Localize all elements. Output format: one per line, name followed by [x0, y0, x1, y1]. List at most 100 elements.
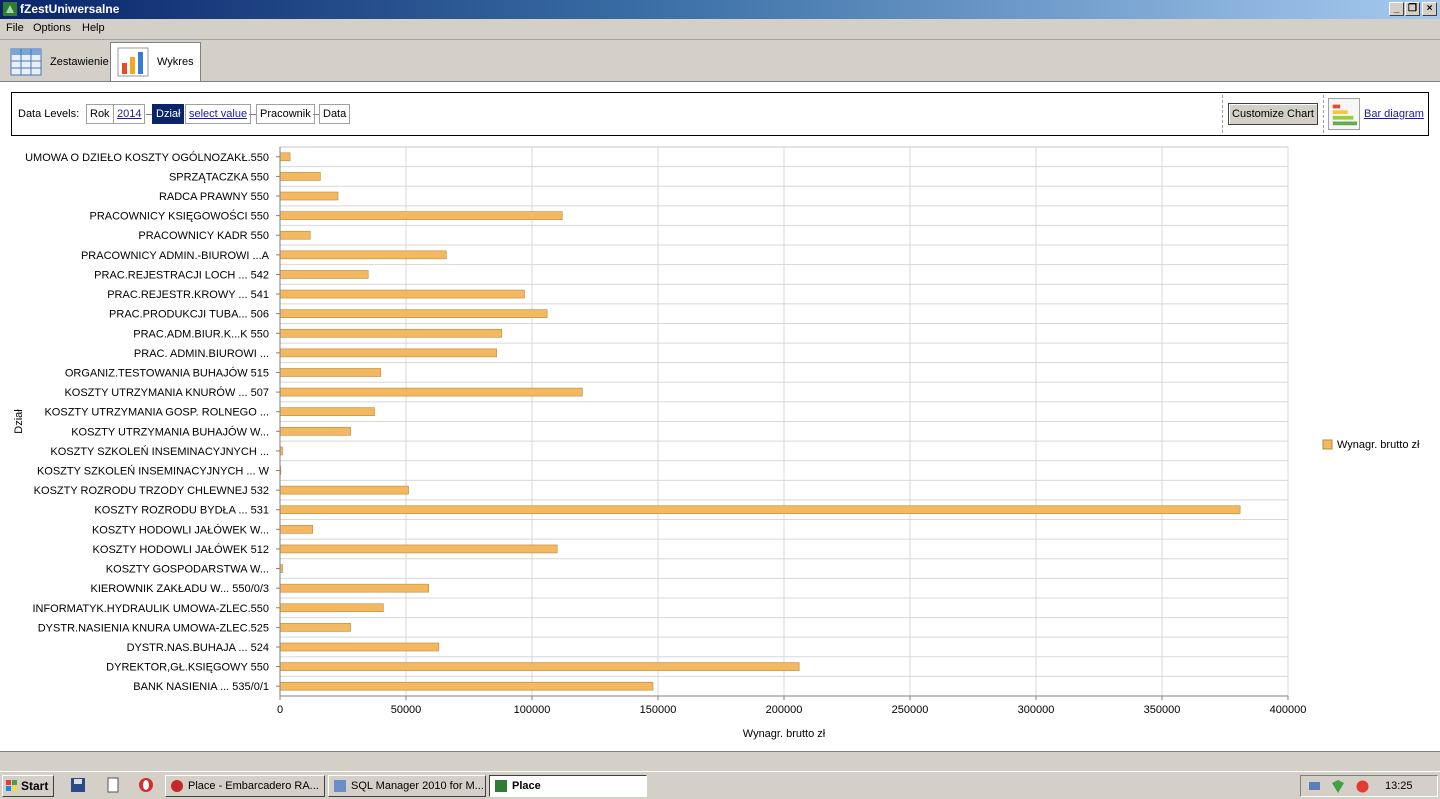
menu-file[interactable]: File	[6, 22, 24, 34]
bar	[279, 328, 503, 338]
chart-panel: Data Levels: Rok 2014 Dział select value…	[0, 81, 1440, 751]
tab-wykres[interactable]: Wykres	[110, 42, 201, 81]
level-dzial-value[interactable]: select value	[185, 104, 252, 124]
bar	[279, 387, 583, 397]
category-label: KOSZTY SZKOLEŃ INSEMINACYJNYCH ... W	[37, 465, 270, 478]
place-app-icon	[495, 780, 507, 792]
bar	[279, 642, 440, 652]
category-label: PRAC.REJESTRACJI LOCH ... 542	[94, 269, 269, 281]
bar	[279, 407, 375, 416]
x-tick-label: 100000	[514, 704, 551, 716]
bar	[279, 211, 563, 220]
level-rok-value[interactable]: 2014	[113, 104, 146, 124]
bar	[279, 681, 654, 691]
minimize-button[interactable]: _	[1389, 2, 1404, 16]
x-tick-label: 350000	[1144, 704, 1181, 716]
taskbar-item-place[interactable]: Place	[489, 775, 647, 797]
x-axis-title: Wynagr. brutto zł	[743, 728, 826, 740]
x-tick-label: 250000	[892, 704, 929, 716]
bar	[279, 427, 351, 436]
x-tick-label: 50000	[391, 704, 422, 716]
bar-chart-svg: 0 50000 100000 150000 200000 250000 300000 3500…	[13, 146, 1420, 740]
bar	[279, 191, 339, 201]
close-button[interactable]: ×	[1422, 2, 1437, 16]
bar	[279, 662, 800, 671]
legend-swatch	[1322, 439, 1333, 450]
level-data[interactable]: Data	[319, 104, 351, 124]
category-label: KOSZTY ROZRODU TRZODY CHLEWNEJ 532	[34, 485, 269, 497]
category-label: DYREKTOR,GŁ.KSIĘGOWY 550	[106, 662, 269, 674]
category-label: KOSZTY GOSPODARSTWA W...	[106, 564, 269, 576]
category-label: DYSTR.NAS.BUHAJA ... 524	[127, 642, 269, 654]
category-label: PRACOWNICY KADR 550	[138, 230, 269, 242]
category-label: DYSTR.NASIENIA KNURA UMOWA-ZLEC.525	[38, 622, 269, 634]
category-label: KOSZTY ROZRODU BYDŁA ... 531	[94, 505, 269, 517]
tab-wykres-label: Wykres	[157, 56, 194, 68]
taskbar-item-sql-manager[interactable]: SQL Manager 2010 for M...	[328, 775, 486, 797]
bar	[279, 230, 311, 240]
app-icon	[3, 2, 17, 16]
category-label: PRAC. ADMIN.BIUROWI ...	[134, 348, 269, 360]
bar	[279, 544, 558, 554]
windows-flag-icon	[6, 780, 17, 791]
level-dzial[interactable]: Dział	[152, 104, 185, 124]
category-label: PRACOWNICY KSIĘGOWOŚCI 550	[89, 210, 269, 223]
document-quicklaunch-icon[interactable]	[105, 777, 121, 793]
bar	[279, 623, 351, 632]
category-label: KOSZTY UTRZYMANIA KNURÓW ... 507	[64, 386, 269, 399]
bar	[279, 583, 429, 593]
restore-button[interactable]: ❐	[1405, 2, 1420, 16]
category-label: KOSZTY HODOWLI JAŁÓWEK W...	[92, 523, 269, 536]
category-label: PRAC.REJESTR.KROWY ... 541	[107, 289, 269, 301]
customize-chart-button[interactable]: Customize Chart	[1228, 103, 1318, 125]
save-quicklaunch-icon[interactable]	[70, 777, 86, 793]
taskbar: Start Place - Embarcadero RA... SQL Mana…	[0, 771, 1440, 799]
start-button[interactable]: Start	[2, 775, 54, 797]
data-levels-label: Data Levels:	[18, 108, 80, 120]
status-bar	[0, 751, 1440, 771]
tab-zestawienie[interactable]: Zestawienie	[4, 42, 115, 81]
bar	[279, 250, 447, 260]
category-label: KIEROWNIK ZAKŁADU W... 550/0/3	[91, 583, 270, 595]
category-label: UMOWA O DZIEŁO KOSZTY OGÓLNOZAKŁ.550	[25, 151, 269, 164]
category-label: RADCA PRAWNY 550	[159, 191, 269, 203]
x-tick-label: 300000	[1018, 704, 1055, 716]
bar	[279, 172, 321, 181]
category-label: KOSZTY SZKOLEŃ INSEMINACYJNYCH ...	[50, 445, 269, 458]
category-label: SPRZĄTACZKA 550	[169, 171, 269, 183]
network-tray-icon[interactable]	[1307, 779, 1322, 794]
level-pracownik[interactable]: Pracownik	[256, 104, 315, 124]
taskbar-item-place-embarcadero[interactable]: Place - Embarcadero RA...	[165, 775, 325, 797]
category-label: ORGANIZ.TESTOWANIA BUHAJÓW 515	[65, 366, 269, 379]
bar	[279, 505, 1241, 515]
y-axis-title: Dział	[13, 409, 25, 434]
category-label: PRACOWNICY ADMIN.-BIUROWI ...A	[81, 250, 270, 262]
level-rok[interactable]: Rok	[86, 104, 114, 124]
x-tick-label: 400000	[1270, 704, 1307, 716]
bar	[279, 270, 369, 279]
bar-diagram-link[interactable]: Bar diagram	[1364, 108, 1424, 120]
embarcadero-icon	[171, 780, 183, 792]
toolbar-divider	[1222, 95, 1223, 133]
security-tray-icon[interactable]	[1331, 779, 1346, 794]
x-tick-label: 0	[277, 704, 283, 716]
bar	[279, 348, 498, 358]
opera-quicklaunch-icon[interactable]	[138, 777, 154, 793]
bar-chart: 0 50000 100000 150000 200000 250000 300000 3500…	[0, 142, 1440, 752]
category-label: INFORMATYK.HYDRAULIK UMOWA-ZLEC.550	[32, 603, 269, 615]
legend-label: Wynagr. brutto zł	[1337, 439, 1420, 451]
x-tick-label: 200000	[766, 704, 803, 716]
category-label: PRAC.PRODUKCJI TUBA... 506	[109, 309, 269, 321]
menu-options[interactable]: Options	[33, 22, 71, 34]
category-label: KOSZTY UTRZYMANIA GOSP. ROLNEGO ...	[44, 407, 269, 419]
bar	[279, 309, 548, 318]
bar-diagram-icon[interactable]	[1328, 98, 1360, 130]
menu-help[interactable]: Help	[82, 22, 105, 34]
alert-tray-icon[interactable]	[1355, 779, 1370, 794]
view-tabs: Zestawienie Wykres	[0, 39, 1440, 81]
x-tick-label: 150000	[640, 704, 677, 716]
bar	[279, 368, 382, 377]
bar	[279, 289, 525, 299]
tab-zestawienie-label: Zestawienie	[50, 55, 109, 68]
data-levels-bar: Data Levels: Rok 2014 Dział select value…	[11, 92, 1429, 136]
